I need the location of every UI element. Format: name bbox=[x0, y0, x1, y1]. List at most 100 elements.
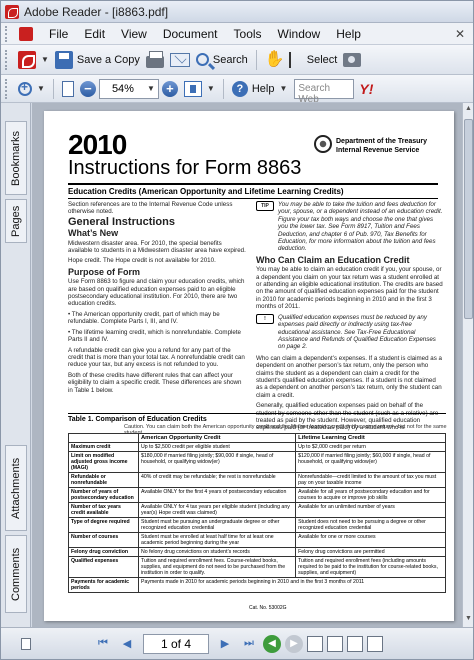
facing-layout-icon[interactable] bbox=[347, 635, 363, 652]
table-cell: Student must be pursuing an undergraduat… bbox=[137, 517, 297, 533]
table-row: Number of years of postsecondary educati… bbox=[68, 487, 446, 503]
agency-block: Department of the Treasury Internal Reve… bbox=[314, 135, 444, 155]
select-tool-button[interactable]: Select bbox=[286, 50, 341, 70]
search-icon bbox=[195, 53, 209, 66]
open-pdf-button[interactable]: ▼ bbox=[15, 49, 52, 71]
toolbar-grip[interactable] bbox=[5, 49, 9, 70]
fit-window-icon bbox=[183, 80, 202, 97]
next-view-icon[interactable]: ▶ bbox=[285, 634, 303, 653]
snapshot-button[interactable] bbox=[340, 51, 364, 69]
table-row: Qualified expenses Tuition and required e… bbox=[68, 556, 446, 578]
print-button[interactable] bbox=[143, 50, 167, 70]
minus-icon: − bbox=[79, 80, 96, 97]
status-bar: ⏮ ◀ 1 of 4 ▶ ⏭ ◀ ▶ bbox=[1, 627, 473, 659]
chevron-down-icon: ▼ bbox=[206, 84, 215, 93]
tab-bookmarks[interactable]: Bookmarks bbox=[5, 121, 27, 195]
table-row: Payments for academic periods Payments ma… bbox=[68, 577, 446, 593]
table-header: American Opportunity Credit bbox=[137, 433, 297, 443]
navigation-panel: Bookmarks Pages Attachments Comments bbox=[1, 103, 31, 627]
hand-tool-button[interactable]: ✋ bbox=[262, 49, 286, 71]
zoom-tool-button[interactable]: ▼ bbox=[15, 80, 48, 98]
select-label: Select bbox=[306, 53, 338, 66]
menu-bar: File Edit View Document Tools Window Hel… bbox=[1, 23, 473, 45]
table-title: Table 1. Comparison of Education Credits bbox=[68, 413, 446, 423]
menu-tools[interactable]: Tools bbox=[226, 27, 270, 41]
print-icon bbox=[145, 50, 164, 68]
comparison-table: American Opportunity Credit Lifetime Lea… bbox=[68, 433, 446, 593]
table-cell: Nonrefundable—credit limited to the amou… bbox=[295, 472, 446, 488]
table-header: Lifetime Learning Credit bbox=[295, 433, 446, 443]
zoom-out-button[interactable]: − bbox=[77, 79, 99, 99]
table-row: Felony drug conviction No felony drug con… bbox=[68, 547, 446, 557]
menu-file[interactable]: File bbox=[41, 27, 76, 41]
document-title: Instructions for Form 8863 bbox=[68, 157, 302, 179]
zoom-field[interactable]: 54% ▼ bbox=[98, 78, 159, 99]
table-row: Number of tax years credit available Avai… bbox=[68, 502, 446, 518]
save-copy-button[interactable]: Save a Copy bbox=[52, 49, 143, 71]
document-subtitle: Education Credits (American Opportunity … bbox=[68, 183, 438, 199]
toolbar-separator bbox=[52, 78, 54, 99]
close-document-icon[interactable]: ✕ bbox=[455, 27, 465, 41]
table-cell: Payments for academic periods bbox=[68, 577, 139, 593]
caution-text: Qualified education expenses must be red… bbox=[278, 313, 436, 351]
table-row: Maximum credit Up to $2,500 credit per el… bbox=[68, 442, 446, 452]
chevron-down-icon[interactable]: ▼ bbox=[147, 84, 155, 93]
dependent-paragraph: Who can claim a dependent’s expenses. If… bbox=[256, 354, 442, 399]
page-size-icon bbox=[21, 637, 31, 650]
app-window: Adobe Reader - [i8863.pdf] File Edit Vie… bbox=[0, 0, 474, 660]
page-number-field[interactable]: 1 of 4 bbox=[143, 633, 209, 654]
zoom-in-button[interactable]: + bbox=[159, 79, 181, 99]
pdf-page[interactable]: 2010 Instructions for Form 8863 Departme… bbox=[44, 111, 454, 621]
scroll-thumb[interactable] bbox=[464, 119, 473, 319]
plus-icon: + bbox=[161, 80, 178, 97]
menu-window[interactable]: Window bbox=[270, 27, 329, 41]
caution-icon: ! bbox=[256, 313, 274, 324]
previous-view-icon[interactable]: ◀ bbox=[263, 634, 281, 653]
menu-help[interactable]: Help bbox=[328, 27, 369, 41]
view-toolbar: ▼ − 54% ▼ + ▼ ?Help ▼ Search Web Y! bbox=[1, 75, 473, 105]
caution-callout: ! Qualified education expenses must be re… bbox=[256, 313, 444, 351]
toolbar-grip[interactable] bbox=[5, 25, 13, 42]
previous-page-button[interactable]: ◀ bbox=[118, 635, 136, 653]
differences-paragraph: Both of these credits have different rul… bbox=[68, 371, 242, 394]
menu-edit[interactable]: Edit bbox=[76, 27, 113, 41]
fit-window-button[interactable]: ▼ bbox=[181, 79, 218, 99]
continuous-facing-layout-icon[interactable] bbox=[367, 635, 383, 652]
hope-paragraph: Hope credit. The Hope credit is not avai… bbox=[68, 257, 216, 265]
tab-pages[interactable]: Pages bbox=[5, 199, 27, 243]
menu-view[interactable]: View bbox=[113, 27, 155, 41]
next-page-button[interactable]: ▶ bbox=[216, 635, 234, 653]
table-cell: Available ONLY for the first 4 years of … bbox=[137, 487, 297, 503]
adobe-reader-icon bbox=[5, 4, 19, 19]
search-button[interactable]: Search bbox=[193, 51, 251, 68]
table-cell: Payments made in 2010 for academic perio… bbox=[138, 577, 446, 593]
tab-attachments[interactable]: Attachments bbox=[5, 445, 27, 531]
menu-document[interactable]: Document bbox=[155, 27, 226, 41]
table-cell: Up to $2,000 credit per return bbox=[295, 442, 446, 452]
toolbar-grip[interactable] bbox=[5, 78, 9, 99]
general-instructions-heading: General Instructions bbox=[68, 215, 175, 228]
vertical-scrollbar[interactable]: ▲ ▼ bbox=[462, 103, 473, 627]
fit-page-button[interactable] bbox=[59, 79, 77, 99]
help-button[interactable]: ? Help ▼ bbox=[229, 79, 291, 99]
search-web-input[interactable]: Search Web bbox=[294, 78, 355, 105]
title-bar: Adobe Reader - [i8863.pdf] bbox=[1, 1, 473, 23]
table-cell: Qualified expenses bbox=[68, 556, 139, 578]
table-cell: Available for all years of postsecondary… bbox=[295, 487, 446, 503]
table-cell: Tuition and required enrollment fees (in… bbox=[295, 556, 446, 578]
single-page-layout-icon[interactable] bbox=[307, 635, 323, 652]
hand-icon: ✋ bbox=[264, 50, 285, 68]
yahoo-logo[interactable]: Y! bbox=[359, 81, 373, 97]
table-row: Number of courses Student must be enrolle… bbox=[68, 532, 446, 548]
continuous-layout-icon[interactable] bbox=[327, 635, 343, 652]
table-cell: Student must be enrolled at least half t… bbox=[137, 532, 297, 548]
email-button[interactable] bbox=[167, 51, 193, 69]
tab-comments[interactable]: Comments bbox=[5, 535, 27, 613]
table-cell: Up to $2,500 credit per eligible student bbox=[137, 442, 297, 452]
scroll-up-icon[interactable]: ▲ bbox=[464, 105, 473, 115]
last-page-button[interactable]: ⏭ bbox=[240, 635, 258, 653]
scroll-down-icon[interactable]: ▼ bbox=[464, 615, 473, 625]
document-icon[interactable] bbox=[19, 26, 33, 41]
first-page-button[interactable]: ⏮ bbox=[94, 635, 112, 653]
window-title: Adobe Reader - [i8863.pdf] bbox=[24, 4, 169, 19]
